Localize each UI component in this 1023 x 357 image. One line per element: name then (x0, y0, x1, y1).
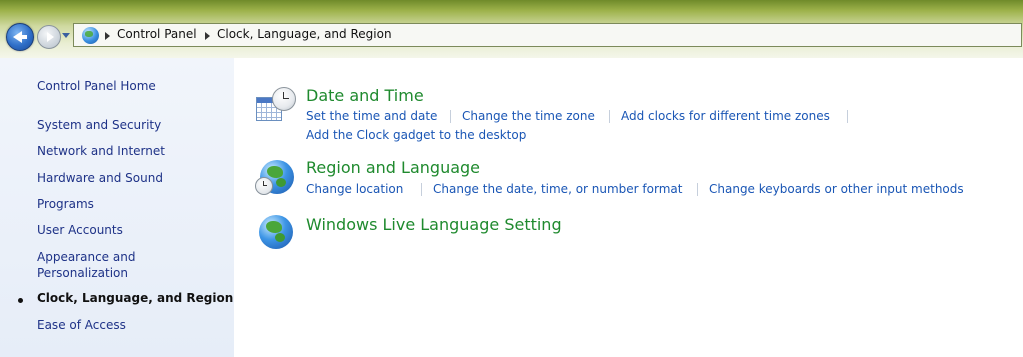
calendar-clock-icon[interactable] (256, 87, 296, 125)
link-change-location[interactable]: Change location (306, 182, 403, 196)
category-windows-live-language-title[interactable]: Windows Live Language Setting (306, 215, 562, 234)
left-nav-network-and-internet[interactable]: Network and Internet (37, 144, 165, 159)
forward-button[interactable] (37, 25, 61, 49)
left-nav-system-and-security[interactable]: System and Security (37, 118, 161, 133)
link-change-date-time-number-format[interactable]: Change the date, time, or number format (433, 182, 682, 196)
link-separator (450, 110, 451, 123)
recent-pages-dropdown-icon[interactable] (62, 33, 70, 38)
control-panel-icon (82, 27, 99, 44)
link-separator (609, 110, 610, 123)
current-item-bullet-icon (18, 298, 23, 303)
small-clock-icon (255, 177, 273, 195)
breadcrumb-clock-language-region[interactable]: Clock, Language, and Region (217, 27, 392, 41)
breadcrumb-chevron-icon[interactable] (105, 32, 110, 40)
link-change-time-zone[interactable]: Change the time zone (462, 109, 595, 123)
breadcrumb-control-panel[interactable]: Control Panel (117, 27, 197, 41)
left-nav-clock-language-region: Clock, Language, and Region (37, 291, 234, 305)
link-change-keyboards[interactable]: Change keyboards or other input methods (709, 182, 964, 196)
link-separator (847, 110, 848, 123)
link-set-time-and-date[interactable]: Set the time and date (306, 109, 437, 123)
left-navigation-pane (0, 58, 234, 357)
left-nav-appearance-line2[interactable]: Personalization (37, 266, 128, 281)
link-add-clocks[interactable]: Add clocks for different time zones (621, 109, 830, 123)
link-add-clock-gadget[interactable]: Add the Clock gadget to the desktop (306, 128, 526, 142)
left-nav-ease-of-access[interactable]: Ease of Access (37, 318, 126, 333)
clock-face-icon (272, 87, 296, 111)
link-separator (421, 183, 422, 196)
window-title-bar: Control Panel Clock, Language, and Regio… (0, 0, 1023, 58)
windows-live-globe-icon[interactable] (259, 215, 293, 249)
left-nav-programs[interactable]: Programs (37, 197, 94, 212)
left-nav-hardware-and-sound[interactable]: Hardware and Sound (37, 171, 163, 186)
category-date-and-time-title[interactable]: Date and Time (306, 86, 424, 105)
left-nav-user-accounts[interactable]: User Accounts (37, 223, 123, 238)
breadcrumb-chevron-icon[interactable] (205, 32, 210, 40)
left-nav-control-panel-home[interactable]: Control Panel Home (37, 79, 156, 94)
left-nav-appearance-line1[interactable]: Appearance and (37, 250, 135, 265)
link-separator (697, 183, 698, 196)
category-region-and-language-title[interactable]: Region and Language (306, 158, 480, 177)
address-bar[interactable]: Control Panel Clock, Language, and Regio… (73, 23, 1022, 47)
back-button[interactable] (6, 23, 34, 51)
